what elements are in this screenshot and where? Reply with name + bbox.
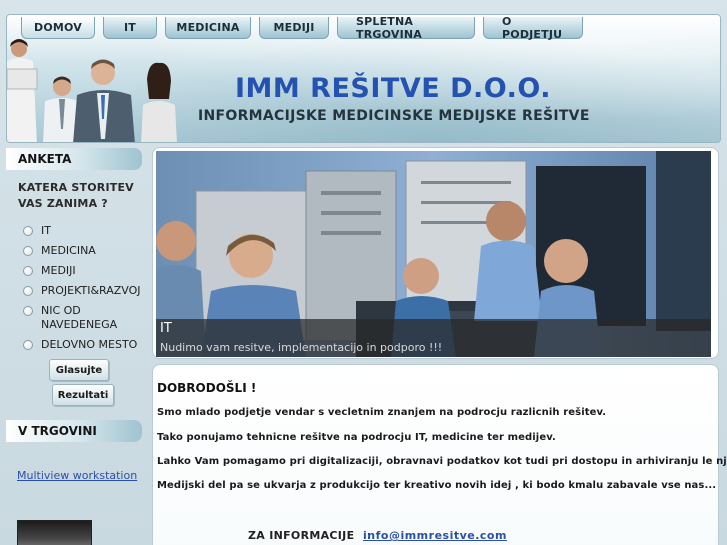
poll-option[interactable]: PROJEKTI&RAZVOJ — [23, 284, 146, 298]
nav-tab-domov[interactable]: DOMOV — [21, 17, 95, 39]
nav-tab-spletna-trgovina[interactable]: SPLETNA TRGOVINA — [337, 15, 475, 41]
poll-option[interactable]: IT — [23, 224, 146, 238]
shop-heading: V TRGOVINI — [6, 420, 142, 442]
sidebar: ANKETA KATERA STORITEV VAS ZANIMA ? IT M… — [6, 148, 146, 545]
radio-button[interactable] — [23, 226, 33, 236]
poll-option[interactable]: MEDICINA — [23, 244, 146, 258]
site-header: DOMOV IT MEDICINA MEDIJI SPLETNA TRGOVIN… — [6, 14, 721, 143]
radio-button[interactable] — [23, 340, 33, 350]
vote-button[interactable]: Glasujte — [49, 359, 109, 381]
shop-product-link[interactable]: Multiview workstation — [17, 469, 137, 482]
radio-button[interactable] — [23, 266, 33, 276]
poll-question: KATERA STORITEV VAS ZANIMA ? — [18, 181, 134, 210]
intro-paragraph: Smo mlado podjetje vendar s vecletnim zn… — [157, 407, 607, 418]
company-subtitle: INFORMACIJSKE MEDICINSKE MEDIJSKE REŠITV… — [198, 108, 590, 124]
product-thumbnail[interactable] — [17, 520, 92, 545]
contact-email-link[interactable]: info@immresitve.com — [363, 529, 507, 542]
poll-option-label: MEDIJI — [41, 264, 76, 277]
poll-option-label: DELOVNO MESTO — [41, 338, 138, 351]
radio-button[interactable] — [23, 246, 33, 256]
banner-caption: IT Nudimo vam resitve, implementacijo in… — [156, 319, 711, 357]
page: DOMOV IT MEDICINA MEDIJI SPLETNA TRGOVIN… — [0, 0, 727, 545]
nav-tab-mediji[interactable]: MEDIJI — [259, 17, 329, 39]
radio-button[interactable] — [23, 306, 33, 316]
poll-option[interactable]: MEDIJI — [23, 264, 146, 278]
company-title: IMM REŠITVE D.O.O. — [235, 73, 551, 104]
radio-button[interactable] — [23, 286, 33, 296]
caption-title: IT — [160, 321, 172, 336]
poll-option[interactable]: DELOVNO MESTO — [23, 338, 146, 352]
intro-paragraph: Medijski del pa se ukvarja z produkcijo … — [157, 480, 717, 491]
main-nav: DOMOV IT MEDICINA MEDIJI SPLETNA TRGOVIN… — [21, 15, 583, 41]
poll-option-label: MEDICINA — [41, 244, 96, 257]
contact-label: ZA INFORMACIJE : — [248, 529, 372, 542]
nav-tab-medicina[interactable]: MEDICINA — [165, 17, 251, 39]
poll-heading: ANKETA — [6, 148, 142, 170]
poll-options: IT MEDICINA MEDIJI PROJEKTI&RAZVOJ NIC O… — [6, 224, 146, 352]
welcome-heading: DOBRODOŠLI ! — [157, 381, 257, 395]
poll-option-label: IT — [41, 224, 51, 237]
hero-banner: IT Nudimo vam resitve, implementacijo in… — [152, 147, 719, 359]
poll-option[interactable]: NIC OD NAVEDENEGA — [23, 304, 146, 332]
caption-text: Nudimo vam resitve, implementacijo in po… — [160, 341, 443, 354]
poll-option-label: PROJEKTI&RAZVOJ — [41, 284, 141, 297]
nav-tab-o-podjetju[interactable]: O PODJETJU — [483, 15, 583, 41]
nav-tab-it[interactable]: IT — [103, 17, 157, 39]
intro-paragraph: Tako ponujamo tehnicne rešitve na podroc… — [157, 432, 556, 443]
results-button[interactable]: Rezultati — [52, 384, 114, 406]
poll-option-label: NIC OD NAVEDENEGA — [41, 304, 118, 331]
team-photo — [7, 39, 177, 142]
intro-paragraph: Lahko Vam pomagamo pri digitalizaciji, o… — [157, 456, 727, 467]
main-content: DOBRODOŠLI ! Smo mlado podjetje vendar s… — [152, 364, 727, 545]
